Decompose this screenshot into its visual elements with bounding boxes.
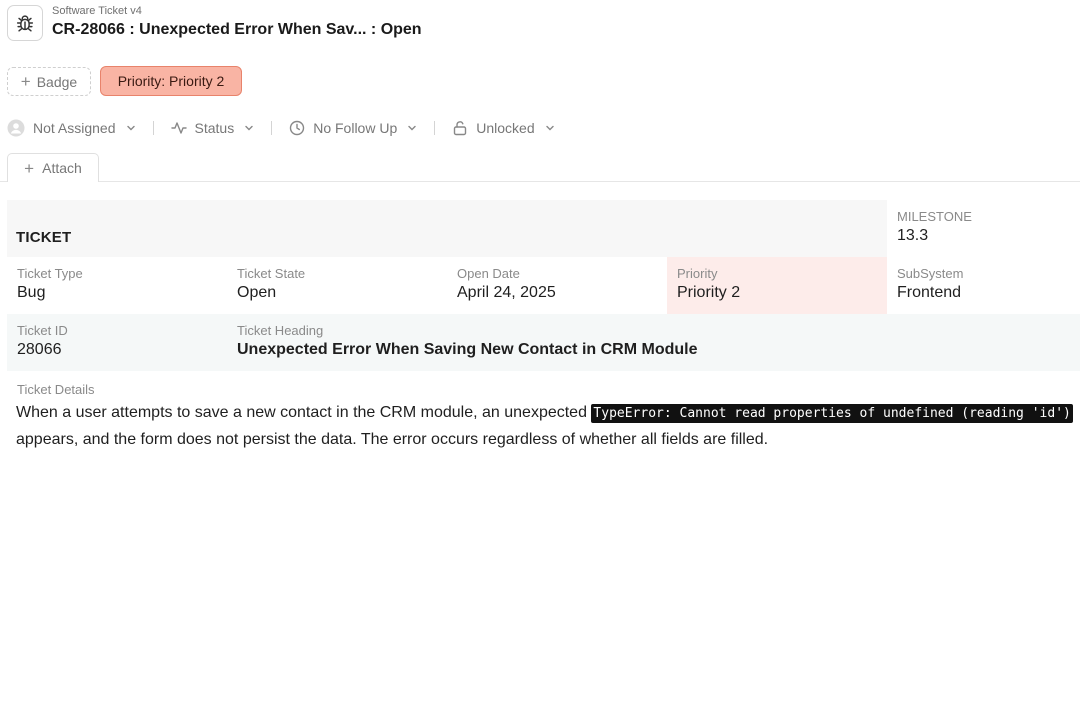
plus-icon: + (24, 158, 35, 178)
field-value: 28066 (17, 341, 62, 358)
field-value: 13.3 (897, 227, 929, 244)
field-value: Priority 2 (677, 284, 741, 301)
add-badge-button[interactable]: + Badge (7, 67, 91, 96)
chevron-down-icon (245, 125, 253, 131)
priority-field: Priority Priority 2 (677, 266, 740, 302)
app-name: Software Ticket v4 (52, 5, 142, 17)
page-title: CR-28066 : Unexpected Error When Sav... … (52, 21, 422, 38)
activity-icon (170, 122, 187, 134)
add-badge-label: Badge (36, 73, 78, 90)
status-label: Status (194, 120, 235, 136)
bug-icon (7, 5, 43, 41)
attach-label: Attach (42, 160, 82, 176)
ticket-details-text: When a user attempts to save a new conta… (16, 400, 1080, 453)
clock-icon (290, 120, 305, 136)
subsystem-field: SubSystem Frontend (897, 266, 963, 302)
field-label: Open Date (457, 266, 520, 281)
divider (434, 121, 436, 135)
follow-up-label: No Follow Up (313, 120, 398, 136)
details-text-before: When a user attempts to save a new conta… (16, 404, 592, 421)
user-avatar-icon (7, 119, 25, 137)
ticket-type-field: Ticket Type Bug (17, 266, 83, 302)
plus-icon: + (20, 72, 31, 91)
ticket-heading-field: Ticket Heading Unexpected Error When Sav… (237, 323, 698, 359)
field-value: Bug (17, 284, 46, 301)
milestone-field: MILESTONE 13.3 (897, 209, 972, 245)
details-text-after: appears, and the form does not persist t… (16, 431, 769, 448)
field-label: Ticket Heading (237, 323, 324, 338)
lock-dropdown[interactable]: Unlocked (452, 120, 554, 136)
ticket-toolbar: Not Assigned Status No Follow Up Unlocke… (7, 117, 555, 139)
field-label: Ticket State (237, 266, 306, 281)
field-value: April 24, 2025 (457, 284, 556, 301)
field-value: Frontend (897, 284, 962, 301)
field-label: Ticket ID (17, 323, 68, 338)
ticket-id-field: Ticket ID 28066 (17, 323, 68, 359)
error-code-snippet: TypeError: Cannot read properties of und… (591, 404, 1073, 423)
divider (152, 121, 154, 135)
unlock-icon (454, 121, 467, 136)
section-title: TICKET (16, 229, 72, 246)
field-value: Open (237, 284, 277, 301)
status-dropdown[interactable]: Status (170, 120, 255, 136)
field-label: MILESTONE (897, 209, 972, 224)
assignee-label: Not Assigned (33, 120, 116, 136)
chevron-down-icon (545, 125, 554, 131)
field-value: Unexpected Error When Saving New Contact… (237, 341, 698, 358)
follow-up-dropdown[interactable]: No Follow Up (289, 120, 417, 136)
section-header: TICKET (7, 200, 887, 257)
field-label: Ticket Type (17, 266, 83, 281)
chevron-down-icon (408, 125, 416, 131)
field-label: SubSystem (897, 266, 964, 281)
lock-label: Unlocked (476, 120, 535, 136)
tab-divider (0, 181, 1080, 182)
attach-button[interactable]: + Attach (7, 153, 99, 182)
divider (271, 121, 273, 135)
ticket-details-label: Ticket Details (17, 382, 95, 397)
priority-badge[interactable]: Priority: Priority 2 (100, 66, 242, 96)
field-label: Priority (677, 266, 718, 281)
assignee-dropdown[interactable]: Not Assigned (7, 119, 136, 137)
open-date-field: Open Date April 24, 2025 (457, 266, 556, 302)
chevron-down-icon (126, 125, 135, 131)
ticket-state-field: Ticket State Open (237, 266, 305, 302)
